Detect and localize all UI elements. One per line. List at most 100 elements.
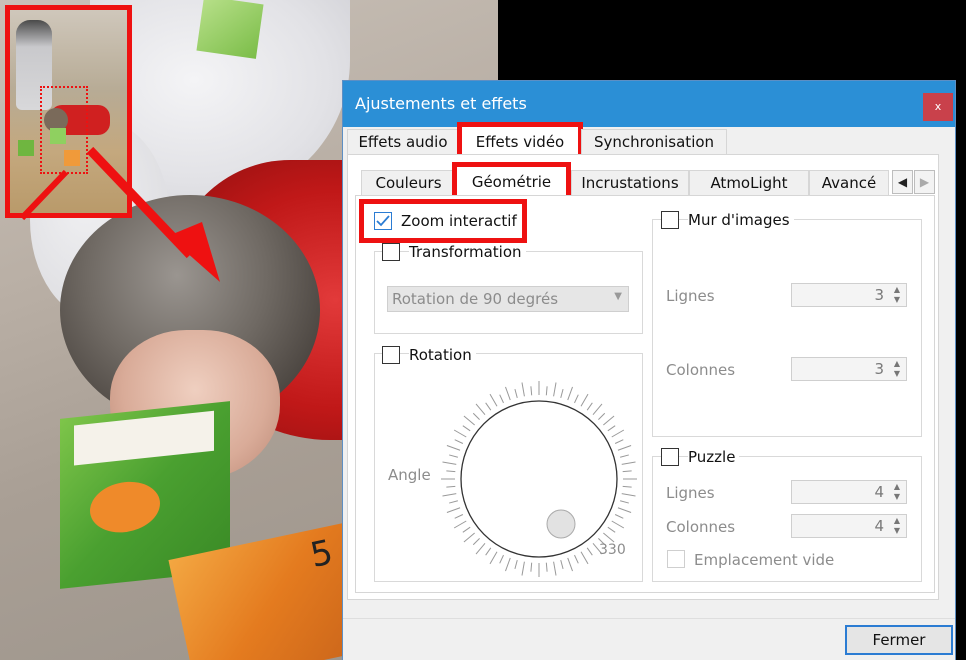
puzzle-label: Puzzle [688,448,740,466]
dial-tick [475,403,486,415]
close-button-label: Fermer [872,631,926,649]
dial-tick [505,386,511,401]
spin-down-icon[interactable]: ▼ [890,295,904,305]
dial-tick [472,412,480,420]
dial-tick [622,470,632,473]
dial-tick [611,520,625,529]
close-icon: x [934,100,942,113]
wall-cols-spinbox[interactable]: 3 ▲ ▼ [791,357,907,381]
dial-tick [620,454,629,458]
dial-tick [545,386,548,396]
video-carrot-print [90,478,160,536]
zoom-overview-thumbnail[interactable] [5,5,132,218]
dial-tick [530,386,533,396]
dial-tick [449,500,458,504]
dial-tick [617,507,632,513]
tab-colors[interactable]: Couleurs [361,170,456,196]
effects-dialog: Ajustements et effets x Effets audio Eff… [342,80,956,660]
dial-tick [586,547,593,556]
tab-scroll-buttons: ◀ ▶ [892,170,936,194]
tab-label: Effets audio [358,133,448,151]
dial-face [460,400,618,558]
dial-tick [499,554,504,564]
dial-tick [592,403,603,415]
puzzle-cols-label: Colonnes [666,518,736,536]
rotation-label: Rotation [409,346,476,364]
tab-geometry[interactable]: Géométrie [452,162,571,201]
tab-overlays[interactable]: Incrustations [571,170,689,196]
dial-knob[interactable] [546,509,576,539]
spin-up-icon[interactable]: ▲ [890,516,904,526]
spin-up-icon[interactable]: ▲ [890,359,904,369]
tab-label: Effets vidéo [475,133,565,151]
dial-tick [580,551,589,565]
dial-tick [446,445,461,451]
close-window-button[interactable]: x [923,93,953,121]
spin-down-icon[interactable]: ▼ [890,492,904,502]
puzzle-cols-spinbox[interactable]: 4 ▲ ▼ [791,514,907,538]
dial-tick [463,532,475,543]
tab-advanced[interactable]: Avancé [809,170,889,196]
transformation-select-value: Rotation de 90 degrés [392,290,559,308]
dial-tick [475,543,486,555]
video-box-number: 5 [306,532,337,576]
tab-video-effects[interactable]: Effets vidéo [457,122,583,161]
wall-rows-spinbox[interactable]: 3 ▲ ▼ [791,283,907,307]
puzzle-cols-value: 4 [874,517,884,535]
triangle-left-icon: ◀ [897,175,908,189]
empty-slot-label: Emplacement vide [694,551,835,569]
spin-up-icon[interactable]: ▲ [890,285,904,295]
tab-label: Avancé [821,174,877,192]
scroll-tabs-right-button[interactable]: ▶ [914,170,935,194]
dial-tick [553,561,557,576]
dial-tick [453,520,467,529]
scroll-tabs-left-button[interactable]: ◀ [892,170,913,194]
wall-label: Mur d'images [688,211,794,229]
puzzle-rows-spinbox[interactable]: 4 ▲ ▼ [791,480,907,504]
zoom-checkbox[interactable] [374,212,392,230]
dial-tick [489,551,498,565]
triangle-right-icon: ▶ [919,175,930,189]
dial-tick [442,461,457,465]
spin-down-icon[interactable]: ▼ [890,369,904,379]
dial-tick [567,557,573,572]
wall-rows-value: 3 [874,286,884,304]
dial-tick [574,554,579,564]
dial-tick [622,485,632,488]
spin-down-icon[interactable]: ▼ [890,526,904,536]
tab-synchronisation[interactable]: Synchronisation [581,129,727,155]
rotation-checkbox[interactable] [382,346,400,364]
empty-slot-checkbox[interactable] [667,550,685,568]
transformation-checkbox[interactable] [382,243,400,261]
tab-label: Synchronisation [593,133,715,151]
dial-tick [485,402,492,411]
dial-tick [545,562,548,572]
dial-tick [505,557,511,572]
dial-tick [446,485,456,488]
dialog-titlebar[interactable]: Ajustements et effets x [343,81,955,127]
wall-group [652,219,922,437]
dial-tick [453,429,467,438]
dial-tick [617,445,632,451]
dial-tick [472,538,480,546]
zoom-selection-rectangle[interactable] [40,86,88,174]
dial-tick [454,439,464,444]
dial-tick [514,560,518,569]
transformation-select[interactable]: Rotation de 90 degrés ▼ [387,286,629,312]
puzzle-rows-value: 4 [874,483,884,501]
dial-tick [620,500,629,504]
wall-checkbox[interactable] [661,211,679,229]
spin-up-icon[interactable]: ▲ [890,482,904,492]
close-button[interactable]: Fermer [845,625,953,655]
wall-rows-label: Lignes [666,287,715,305]
dial-tick [614,514,624,519]
dial-tick [442,493,457,497]
dial-tick [586,402,593,411]
tab-audio-effects[interactable]: Effets audio [347,129,459,155]
dial-tick [521,382,525,397]
puzzle-checkbox[interactable] [661,448,679,466]
tab-atmolight[interactable]: AtmoLight [689,170,809,196]
dial-tick [454,514,464,519]
wall-cols-value: 3 [874,360,884,378]
dial-tick [521,561,525,576]
